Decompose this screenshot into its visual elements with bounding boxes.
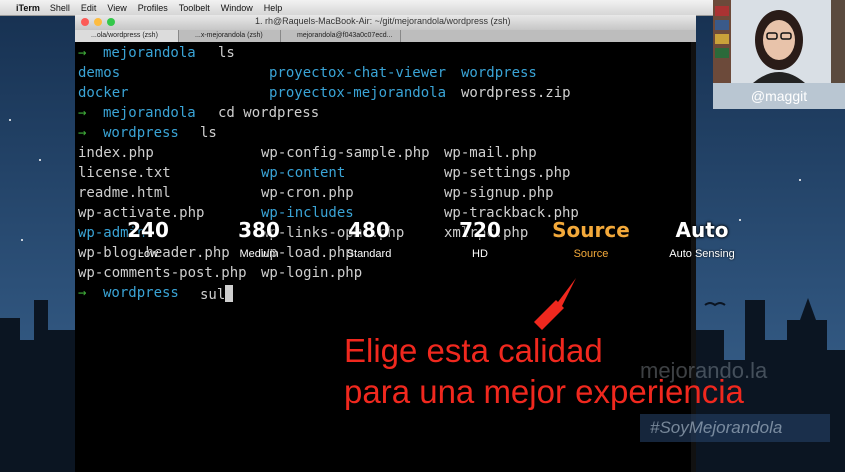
file-entry: wordpress.zip [461, 85, 571, 101]
quality-value: 720 [459, 218, 501, 242]
menu-edit[interactable]: Edit [81, 3, 97, 13]
menu-toolbelt[interactable]: Toolbelt [179, 3, 210, 13]
command-text: ls [200, 125, 217, 141]
prompt-arrow-icon: → [78, 45, 87, 61]
dir-entry: demos [78, 65, 121, 81]
quality-value: 480 [348, 218, 390, 242]
output-line: demos proyectox-chat-viewer wordpress [78, 65, 537, 85]
menu-view[interactable]: View [107, 3, 126, 13]
window-title-bar[interactable]: 1. rh@Raquels-MacBook-Air: ~/git/mejoran… [75, 15, 696, 31]
file-entry: wp-comments-post.php [78, 265, 247, 281]
caption-line-1: Elige esta calidad [344, 332, 603, 369]
file-entry: wp-signup.php [444, 185, 554, 201]
quality-option-240[interactable]: 240 Low [93, 218, 203, 260]
presenter-handle: @maggit [713, 83, 845, 109]
quality-label: HD [472, 248, 488, 260]
minimize-button[interactable] [94, 18, 102, 26]
command-text: cd wordpress [218, 105, 320, 121]
quality-value: 380 [238, 218, 280, 242]
hashtag-watermark: #SoyMejorandola [640, 414, 830, 442]
caption-line-2: para una mejor experiencia [344, 373, 744, 410]
dir-entry: proyectox-chat-viewer [269, 65, 447, 81]
quality-label: Medium [239, 248, 279, 260]
quality-value: 240 [127, 218, 169, 242]
dir-entry: wordpress [461, 65, 537, 81]
output-line: index.php wp-config-sample.php wp-mail.p… [78, 145, 537, 165]
presenter-image [713, 0, 845, 83]
menu-help[interactable]: Help [264, 3, 283, 13]
file-entry: wp-cron.php [261, 185, 354, 201]
prompt-arrow-icon: → [78, 105, 87, 121]
prompt-dir: mejorandola [103, 45, 196, 61]
prompt-line: → wordpress ls [78, 125, 217, 145]
prompt-line: → mejorandola cd wordpress [78, 105, 319, 125]
menu-app-name[interactable]: iTerm [16, 3, 40, 13]
instruction-caption: Elige esta calidad para una mejor experi… [344, 330, 744, 412]
quality-label: Standard [346, 248, 392, 260]
quality-label: Low [137, 248, 159, 260]
menu-window[interactable]: Window [221, 3, 253, 13]
prompt-dir: mejorandola [103, 105, 196, 121]
dir-entry: docker [78, 85, 129, 101]
command-input[interactable]: sul [200, 285, 234, 303]
output-line: docker proyectox-mejorandola wordpress.z… [78, 85, 571, 105]
quality-option-source[interactable]: Source Source [536, 218, 646, 260]
prompt-arrow-icon: → [78, 285, 87, 301]
red-arrow-icon [534, 278, 576, 330]
prompt-dir: wordpress [103, 125, 179, 141]
output-line: license.txt wp-content wp-settings.php [78, 165, 570, 185]
quality-value: Auto [675, 218, 729, 242]
output-line: readme.html wp-cron.php wp-signup.php [78, 185, 554, 205]
dir-entry: wp-content [261, 165, 346, 181]
command-text: sul [200, 287, 226, 303]
file-entry: readme.html [78, 185, 171, 201]
file-entry: wp-login.php [261, 265, 363, 281]
file-entry: license.txt [78, 165, 171, 181]
file-entry: wp-settings.php [444, 165, 571, 181]
quality-option-auto[interactable]: Auto Auto Sensing [647, 218, 757, 260]
file-entry: wp-config-sample.php [261, 145, 430, 161]
quality-label: Auto Sensing [669, 248, 735, 260]
tab-wordpress[interactable]: ...ola/wordpress (zsh) [75, 30, 179, 42]
tab-mejorandola[interactable]: ...x-mejorandola (zsh) [179, 30, 281, 42]
quality-option-720[interactable]: 720 HD [425, 218, 535, 260]
prompt-arrow-icon: → [78, 125, 87, 141]
webcam-video [713, 0, 845, 83]
quality-option-380[interactable]: 380 Medium [204, 218, 314, 260]
text-cursor [225, 285, 234, 302]
close-button[interactable] [81, 18, 89, 26]
tab-bar: ...ola/wordpress (zsh) ...x-mejorandola … [75, 30, 696, 42]
prompt-line: → wordpress sul [78, 285, 234, 305]
file-entry: wp-mail.php [444, 145, 537, 161]
dir-entry: proyectox-mejorandola [269, 85, 447, 101]
zoom-button[interactable] [107, 18, 115, 26]
command-text: ls [218, 45, 235, 61]
prompt-dir: wordpress [103, 285, 179, 301]
file-entry: index.php [78, 145, 154, 161]
menu-profiles[interactable]: Profiles [138, 3, 168, 13]
output-line: wp-comments-post.php wp-login.php [78, 265, 362, 285]
quality-label: Source [573, 248, 609, 260]
quality-option-480[interactable]: 480 Standard [314, 218, 424, 260]
window-title: 1. rh@Raquels-MacBook-Air: ~/git/mejoran… [255, 16, 511, 26]
menu-shell[interactable]: Shell [50, 3, 70, 13]
quality-value: Source [552, 218, 630, 242]
prompt-line: → mejorandola ls [78, 45, 235, 65]
tab-docker[interactable]: mejorandola@f043a0c07ecd... [281, 30, 401, 42]
